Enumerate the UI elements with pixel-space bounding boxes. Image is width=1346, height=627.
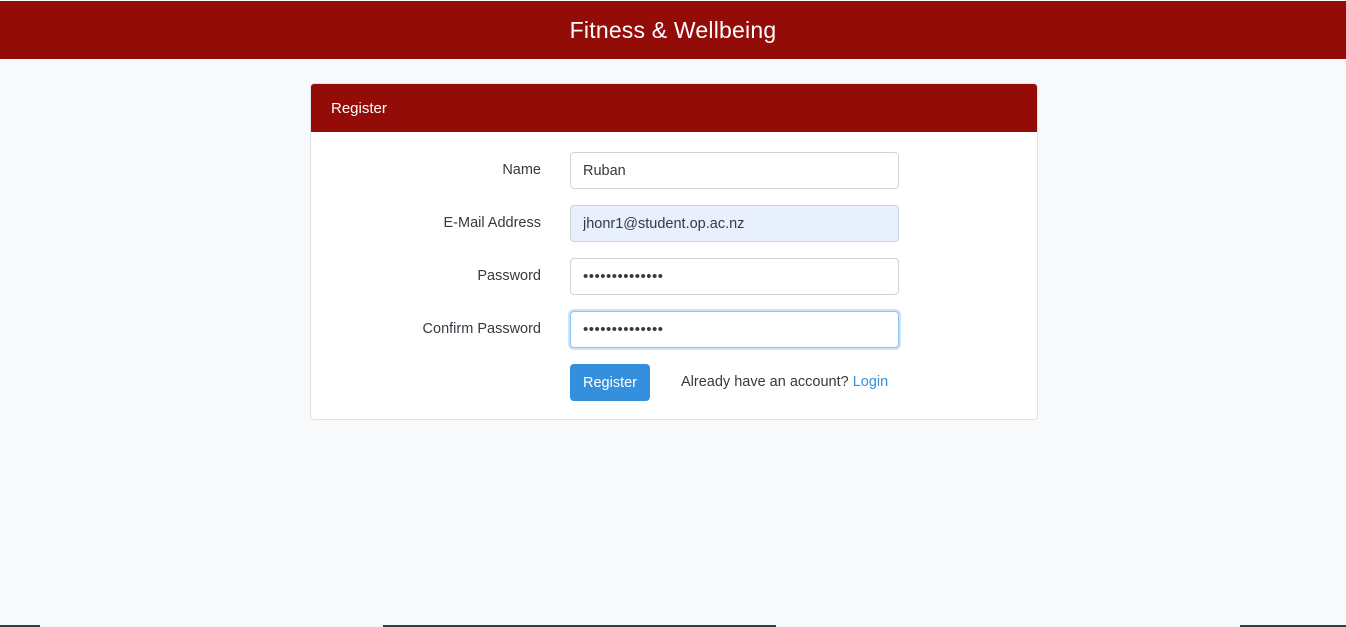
email-input[interactable] (570, 205, 899, 242)
register-card-title: Register (331, 99, 387, 117)
register-card-header: Register (311, 84, 1037, 132)
name-label: Name (502, 162, 541, 178)
confirm-password-row: Confirm Password (311, 311, 1037, 348)
app-title: Fitness & Wellbeing (569, 16, 777, 43)
register-button[interactable]: Register (570, 364, 650, 401)
email-row: E-Mail Address (311, 205, 1037, 242)
login-link[interactable]: Login (853, 374, 888, 390)
password-row: Password (311, 258, 1037, 295)
register-card: Register Name E-Mail Address Password Co… (310, 83, 1038, 420)
app-header: Fitness & Wellbeing (0, 1, 1346, 59)
name-input[interactable] (570, 152, 899, 189)
email-label: E-Mail Address (443, 215, 541, 231)
login-prompt-text: Already have an account? (681, 374, 849, 390)
password-input[interactable] (570, 258, 899, 295)
password-label: Password (477, 268, 541, 284)
confirm-password-input[interactable] (570, 311, 899, 348)
confirm-password-label: Confirm Password (422, 321, 541, 337)
name-row: Name (311, 152, 1037, 189)
login-hint: Already have an account? Login (681, 364, 888, 401)
